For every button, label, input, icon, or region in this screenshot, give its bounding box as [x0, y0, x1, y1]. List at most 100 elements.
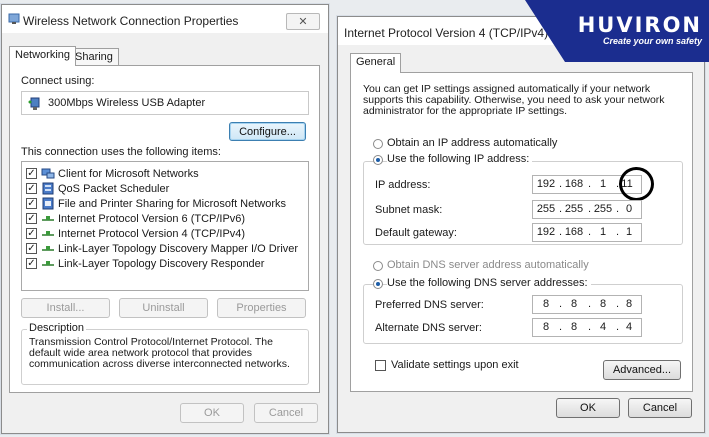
description-text: Transmission Control Protocol/Internet P… [29, 336, 290, 370]
obtain-dns-label: Obtain DNS server address automatically [387, 259, 589, 271]
preferred-dns-label: Preferred DNS server: [375, 299, 484, 311]
checkbox[interactable]: ✓ [26, 258, 37, 269]
brand-logo: HUVIRON Create your own safety [562, 14, 702, 47]
use-dns-label: Use the following DNS server addresses: [387, 277, 591, 289]
list-item[interactable]: ✓ QoS Packet Scheduler [26, 181, 169, 196]
ip-octet: 1 [599, 178, 607, 190]
subnet-mask-label: Subnet mask: [375, 204, 443, 216]
ip-octet: 8 [542, 321, 550, 333]
list-item-label: QoS Packet Scheduler [58, 182, 170, 195]
ip-octet: 8 [570, 298, 578, 310]
ip-address-label: IP address: [375, 179, 431, 191]
list-item[interactable]: ✓ Client for Microsoft Networks [26, 166, 199, 181]
ip-octet: 0 [625, 203, 633, 215]
cancel-button[interactable]: Cancel [628, 398, 692, 418]
obtain-ip-radio[interactable] [373, 139, 383, 149]
tab-networking[interactable]: Networking [9, 46, 77, 66]
ip-dot: . [559, 203, 563, 215]
checkbox[interactable]: ✓ [26, 168, 37, 179]
ok-button[interactable]: OK [180, 403, 244, 423]
list-item[interactable]: ✓ Link-Layer Topology Discovery Responde… [26, 256, 264, 271]
obtain-ip-label: Obtain an IP address automatically [387, 137, 558, 149]
protocol-icon [42, 216, 54, 221]
ipv4-properties-window: Internet Protocol Version 4 (TCP/IPv4) P… [337, 16, 705, 433]
ip-dot: . [559, 226, 563, 238]
ip-dot: . [588, 178, 592, 190]
uninstall-button[interactable]: Uninstall [119, 298, 208, 318]
list-item-label: Internet Protocol Version 4 (TCP/IPv4) [58, 227, 246, 240]
ip-octet: 8 [570, 321, 578, 333]
ip-dot: . [588, 203, 592, 215]
brand-name: HUVIRON [577, 13, 702, 37]
ip-octet: 255 [536, 203, 556, 215]
properties-button[interactable]: Properties [217, 298, 306, 318]
ip-octet: 4 [599, 321, 607, 333]
tab-sharing[interactable]: Sharing [69, 48, 119, 66]
alternate-dns-field[interactable]: 8 . 8 . 4 . 4 [532, 318, 642, 337]
highlight-circle [619, 167, 654, 201]
list-item-label: Client for Microsoft Networks [58, 167, 199, 180]
checkbox[interactable]: ✓ [26, 243, 37, 254]
brand-tagline: Create your own safety [602, 36, 702, 46]
configure-button[interactable]: Configure... [229, 122, 306, 141]
ip-octet: 255 [593, 203, 613, 215]
install-button[interactable]: Install... [21, 298, 110, 318]
cancel-button[interactable]: Cancel [254, 403, 318, 423]
network-adapter-icon [8, 13, 20, 24]
checkbox[interactable]: ✓ [26, 198, 37, 209]
ip-octet: 4 [625, 321, 633, 333]
ip-dot: . [588, 321, 592, 333]
checkbox[interactable]: ✓ [26, 183, 37, 194]
connect-using-label: Connect using: [21, 75, 95, 87]
checkbox[interactable]: ✓ [26, 228, 37, 239]
ip-octet: 192 [536, 178, 556, 190]
intro-text: You can get IP settings assigned automat… [363, 83, 665, 117]
advanced-button[interactable]: Advanced... [603, 360, 681, 380]
obtain-dns-radio[interactable] [373, 261, 383, 271]
ok-button[interactable]: OK [556, 398, 620, 418]
ip-dot: . [559, 178, 563, 190]
ip-dot: . [559, 298, 563, 310]
file-printer-icon [42, 197, 54, 210]
validate-checkbox[interactable] [375, 360, 386, 371]
list-item[interactable]: ✓ Link-Layer Topology Discovery Mapper I… [26, 241, 298, 256]
adapter-name: 300Mbps Wireless USB Adapter [48, 97, 206, 109]
close-button[interactable]: ✕ [286, 13, 320, 30]
use-ip-label: Use the following IP address: [387, 153, 533, 165]
ip-octet: 8 [542, 298, 550, 310]
validate-label: Validate settings upon exit [391, 359, 519, 371]
list-item-label: Link-Layer Topology Discovery Responder [58, 257, 265, 270]
tab-general[interactable]: General [350, 53, 402, 73]
general-panel: You can get IP settings assigned automat… [350, 72, 693, 392]
list-item-label: Internet Protocol Version 6 (TCP/IPv6) [58, 212, 246, 225]
subnet-mask-field[interactable]: 255 . 255 . 255 . 0 [532, 200, 642, 219]
ip-octet: 1 [599, 226, 607, 238]
close-icon: ✕ [298, 16, 308, 28]
ip-dot: . [588, 298, 592, 310]
networking-panel: Connect using: 300Mbps Wireless USB Adap… [9, 65, 320, 393]
protocol-icon [42, 261, 54, 266]
ip-octet: 255 [564, 203, 584, 215]
ip-octet: 8 [625, 298, 633, 310]
list-item[interactable]: ✓ File and Printer Sharing for Microsoft… [26, 196, 286, 211]
default-gateway-field[interactable]: 192 . 168 . 1 . 1 [532, 223, 642, 242]
use-ip-radio[interactable] [373, 155, 383, 165]
wireless-properties-window: Wireless Network Connection Properties ✕… [1, 4, 329, 434]
items-list: ✓ Client for Microsoft Networks ✓ QoS Pa… [21, 161, 309, 291]
ip-octet: 8 [599, 298, 607, 310]
ip-octet: 1 [625, 226, 633, 238]
ip-octet: 168 [564, 178, 584, 190]
list-item[interactable]: ✓ Internet Protocol Version 6 (TCP/IPv6) [26, 211, 245, 226]
ip-octet: 192 [536, 226, 556, 238]
list-item-label: File and Printer Sharing for Microsoft N… [58, 197, 287, 210]
checkbox[interactable]: ✓ [26, 213, 37, 224]
list-item[interactable]: ✓ Internet Protocol Version 4 (TCP/IPv4) [26, 226, 245, 241]
use-dns-radio[interactable] [373, 279, 383, 289]
preferred-dns-field[interactable]: 8 . 8 . 8 . 8 [532, 295, 642, 314]
network-client-icon [41, 168, 55, 179]
scheduler-icon [42, 182, 54, 195]
network-adapter-icon [28, 97, 40, 110]
ip-dot: . [559, 321, 563, 333]
window-title: Wireless Network Connection Properties [23, 14, 239, 28]
protocol-icon [42, 246, 54, 251]
